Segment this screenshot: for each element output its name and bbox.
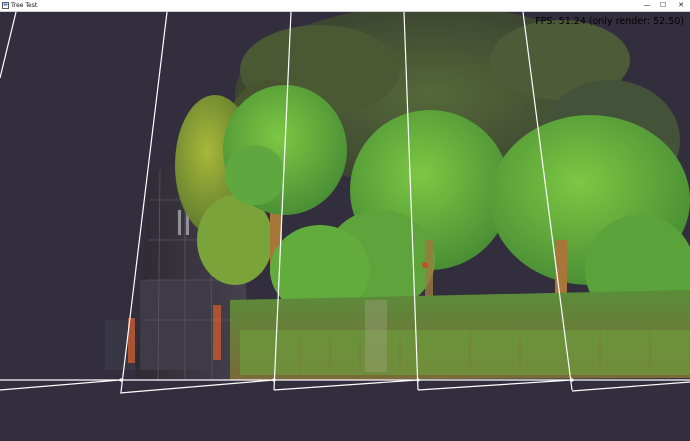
- scene-canvas: [0, 12, 690, 394]
- close-button[interactable]: ✕: [674, 0, 688, 11]
- app-window: Tree Test — ☐ ✕ FPS: 51.24 (only render:…: [0, 0, 690, 441]
- minimize-button[interactable]: —: [640, 0, 654, 11]
- app-icon: [2, 2, 9, 9]
- render-viewport[interactable]: [0, 12, 690, 441]
- fps-counter: FPS: 51.24 (only render: 52.50): [535, 16, 684, 27]
- maximize-button[interactable]: ☐: [656, 0, 670, 11]
- window-title: Tree Test: [11, 2, 38, 9]
- ground-foliage: [230, 290, 690, 380]
- title-bar[interactable]: Tree Test — ☐ ✕: [0, 0, 690, 12]
